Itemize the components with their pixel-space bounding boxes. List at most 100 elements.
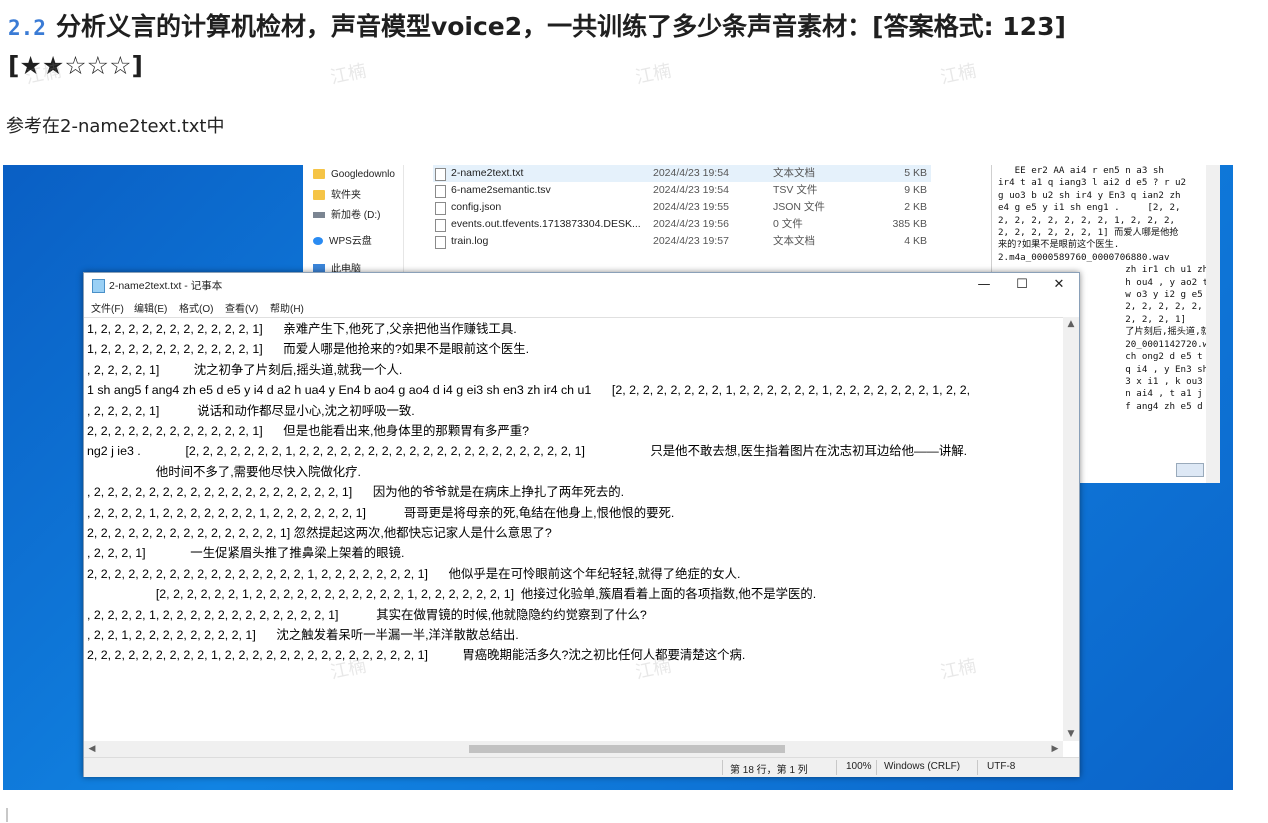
text-line: 来的?如果不是眼前这个医生. bbox=[998, 239, 1120, 251]
view-toggle-icon[interactable] bbox=[1176, 463, 1204, 477]
scroll-down-icon[interactable]: ▼ bbox=[1063, 727, 1079, 741]
text-line: , 2, 2, 2, 1] 一生促紧眉头推了推鼻梁上架着的眼镜. bbox=[87, 546, 405, 561]
text-line: g uo3 b u2 sh ir4 y En3 q ian2 zh bbox=[998, 189, 1181, 201]
close-button[interactable]: ✕ bbox=[1039, 273, 1079, 297]
text-line: , 2, 2, 1, 2, 2, 2, 2, 2, 2, 2, 2, 1] 沈之… bbox=[87, 628, 519, 642]
file-row[interactable]: train.log 2024/4/23 19:57 文本文档 4 KB bbox=[433, 233, 931, 250]
file-list: 2-name2text.txt 2024/4/23 19:54 文本文档 5 KB 6… bbox=[433, 165, 931, 250]
file-date: 2024/4/23 19:54 bbox=[653, 184, 729, 196]
folder-icon bbox=[313, 169, 325, 180]
file-size: 385 KB bbox=[892, 218, 927, 230]
zoom-level: 100% bbox=[846, 761, 872, 772]
minimize-button[interactable]: — bbox=[964, 273, 1004, 297]
scroll-up-icon[interactable]: ▲ bbox=[1063, 317, 1079, 331]
file-type: TSV 文件 bbox=[773, 184, 818, 196]
encoding: UTF-8 bbox=[987, 761, 1016, 772]
nav-label: 新加卷 (D:) bbox=[331, 210, 381, 221]
text-file-icon bbox=[435, 236, 446, 249]
file-size: 4 KB bbox=[904, 235, 927, 247]
file-name: config.json bbox=[451, 201, 502, 213]
text-line: 2, 2, 2, 2, 2, 2, 1] 而爱人哪是他抢 bbox=[998, 227, 1179, 239]
notepad-icon bbox=[92, 279, 105, 293]
cloud-icon bbox=[313, 237, 323, 246]
question-heading: 2.2 分析义言的计算机检材，声音模型voice2，一共训练了多少条声音素材：[答… bbox=[8, 8, 1188, 84]
window-title: 2-name2text.txt - 记事本 bbox=[109, 280, 223, 292]
file-row[interactable]: events.out.tfevents.1713873304.DESK... 20… bbox=[433, 216, 931, 233]
text-line: , 2, 2, 2, 2, 2, 2, 2, 2, 2, 2, 2, 2, 2,… bbox=[87, 485, 625, 500]
vertical-scrollbar[interactable] bbox=[1206, 165, 1220, 483]
text-line: , 2, 2, 2, 2, 1, 2, 2, 2, 2, 2, 2, 2, 1,… bbox=[87, 505, 675, 520]
text-line: , 2, 2, 2, 2, 1, 2, 2, 2, 2, 2, 2, 2, 2,… bbox=[87, 607, 647, 622]
file-name: 2-name2text.txt bbox=[451, 167, 524, 179]
menu-edit[interactable]: 编辑(E) bbox=[134, 300, 167, 315]
vertical-scrollbar[interactable]: ▲ ▼ bbox=[1063, 317, 1079, 741]
file-name: events.out.tfevents.1713873304.DESK... bbox=[451, 218, 641, 230]
text-line: 2, 2, 2, 2, 2, 2, 2, 2, 2, 1, 2, 2, 2, 2… bbox=[87, 648, 746, 663]
nav-label: 软件夹 bbox=[331, 190, 361, 201]
nav-item-drive-d[interactable]: 新加卷 (D:) bbox=[313, 206, 380, 226]
text-editor[interactable]: 1, 2, 2, 2, 2, 2, 2, 2, 2, 2, 2, 2, 1] 亲… bbox=[84, 317, 1063, 742]
file-row[interactable]: config.json 2024/4/23 19:55 JSON 文件 2 KB bbox=[433, 199, 931, 216]
file-explorer: Googledownlo 软件夹 新加卷 (D:) WPS云盘 此电脑 2-na… bbox=[303, 165, 993, 275]
text-line: , 2, 2, 2, 2, 1] 说话和动作都尽显小心,沈之初呼吸一致. bbox=[87, 403, 415, 418]
file-date: 2024/4/23 19:56 bbox=[653, 218, 729, 230]
status-bar: 第 18 行，第 1 列 100% Windows (CRLF) UTF-8 bbox=[84, 757, 1079, 777]
title-bar[interactable]: 2-name2text.txt - 记事本 — ☐ ✕ bbox=[84, 273, 1079, 297]
text-file-icon bbox=[435, 168, 446, 181]
horizontal-scrollbar[interactable]: ◀ ▶ bbox=[84, 741, 1063, 757]
notepad-window: 2-name2text.txt - 记事本 — ☐ ✕ 文件(F) 编辑(E) … bbox=[83, 272, 1080, 777]
file-type: 文本文档 bbox=[773, 167, 815, 179]
screenshot: Googledownlo 软件夹 新加卷 (D:) WPS云盘 此电脑 2-na… bbox=[3, 165, 1233, 790]
text-line: [2, 2, 2, 2, 2, 2, 1, 2, 2, 2, 2, 2, 2, … bbox=[87, 587, 817, 602]
file-date: 2024/4/23 19:55 bbox=[653, 201, 729, 213]
text-line: 1, 2, 2, 2, 2, 2, 2, 2, 2, 2, 2, 2, 1] 亲… bbox=[87, 322, 517, 336]
text-line: 2.m4a_0000589760_0000706880.wav bbox=[998, 251, 1170, 263]
scroll-right-icon[interactable]: ▶ bbox=[1047, 742, 1063, 756]
file-name: 6-name2semantic.tsv bbox=[451, 184, 551, 196]
text-line: e4 g e5 y i1 sh eng1 . [2, 2, bbox=[998, 202, 1181, 214]
status-divider bbox=[876, 760, 877, 775]
folder-icon bbox=[313, 190, 325, 201]
nav-item-googledownload[interactable]: Googledownlo bbox=[313, 165, 395, 185]
menu-view[interactable]: 查看(V) bbox=[225, 300, 258, 315]
status-divider bbox=[722, 760, 723, 775]
status-divider bbox=[977, 760, 978, 775]
explorer-nav-pane: Googledownlo 软件夹 新加卷 (D:) WPS云盘 此电脑 bbox=[303, 165, 404, 275]
file-size: 5 KB bbox=[904, 167, 927, 179]
cursor-position: 第 18 行，第 1 列 bbox=[730, 765, 808, 776]
text-line: 1, 2, 2, 2, 2, 2, 2, 2, 2, 2, 2, 2, 1] 而… bbox=[87, 342, 530, 357]
text-line: 2, 2, 2, 2, 2, 2, 2, 2, 2, 2, 2, 2, 1] 但… bbox=[87, 424, 530, 438]
file-type: 0 文件 bbox=[773, 218, 803, 230]
nav-item-software[interactable]: 软件夹 bbox=[313, 186, 361, 206]
text-line: ng2 j ie3 . [2, 2, 2, 2, 2, 2, 2, 1, 2, … bbox=[87, 444, 968, 459]
horizontal-scroll-thumb[interactable] bbox=[469, 745, 785, 753]
question-text: 分析义言的计算机检材，声音模型voice2，一共训练了多少条声音素材：[答案格式… bbox=[8, 12, 1066, 80]
maximize-button[interactable]: ☐ bbox=[1002, 273, 1042, 297]
menu-help[interactable]: 帮助(H) bbox=[270, 300, 304, 315]
text-line: , 2, 2, 2, 2, 1] 沈之初争了片刻后,摇头道,就我一个人. bbox=[87, 362, 403, 377]
divider bbox=[6, 808, 8, 822]
text-line: EE er2 AA ai4 r en5 n a3 sh bbox=[998, 165, 1164, 176]
text-line: 2, 2, 2, 2, 2, 2, 2, 2, 2, 2, 2, 2, 2, 2… bbox=[87, 526, 552, 540]
line-ending: Windows (CRLF) bbox=[884, 761, 961, 772]
nav-item-wps-cloud[interactable]: WPS云盘 bbox=[313, 232, 372, 252]
status-divider bbox=[836, 760, 837, 775]
scroll-left-icon[interactable]: ◀ bbox=[84, 742, 100, 756]
file-row[interactable]: 2-name2text.txt 2024/4/23 19:54 文本文档 5 KB bbox=[433, 165, 931, 182]
json-file-icon bbox=[435, 202, 446, 215]
section-number: 2.2 bbox=[8, 16, 46, 40]
menu-format[interactable]: 格式(O) bbox=[179, 300, 213, 315]
reference-text: 参考在2-name2text.txt中 bbox=[6, 116, 225, 137]
text-line: 他时间不多了,需要他尽快入院做化疗. bbox=[87, 464, 361, 479]
text-line: 2, 2, 2, 2, 2, 2, 2, 1, 2, 2, 2, bbox=[998, 214, 1176, 226]
file-date: 2024/4/23 19:57 bbox=[653, 235, 729, 247]
nav-label: Googledownlo bbox=[331, 169, 395, 180]
nav-label: WPS云盘 bbox=[329, 236, 372, 247]
text-line: 2, 2, 2, 2, 2, 2, 2, 2, 2, 2, 2, 2, 2, 2… bbox=[87, 566, 741, 581]
menu-file[interactable]: 文件(F) bbox=[91, 300, 124, 315]
file-row[interactable]: 6-name2semantic.tsv 2024/4/23 19:54 TSV 文件… bbox=[433, 182, 931, 199]
menu-bar: 文件(F) 编辑(E) 格式(O) 查看(V) 帮助(H) bbox=[84, 297, 1079, 317]
file-type: 文本文档 bbox=[773, 235, 815, 247]
file-type: JSON 文件 bbox=[773, 201, 825, 213]
text-line: 1 sh ang5 f ang4 zh e5 d e5 y i4 d a2 h … bbox=[87, 383, 971, 398]
